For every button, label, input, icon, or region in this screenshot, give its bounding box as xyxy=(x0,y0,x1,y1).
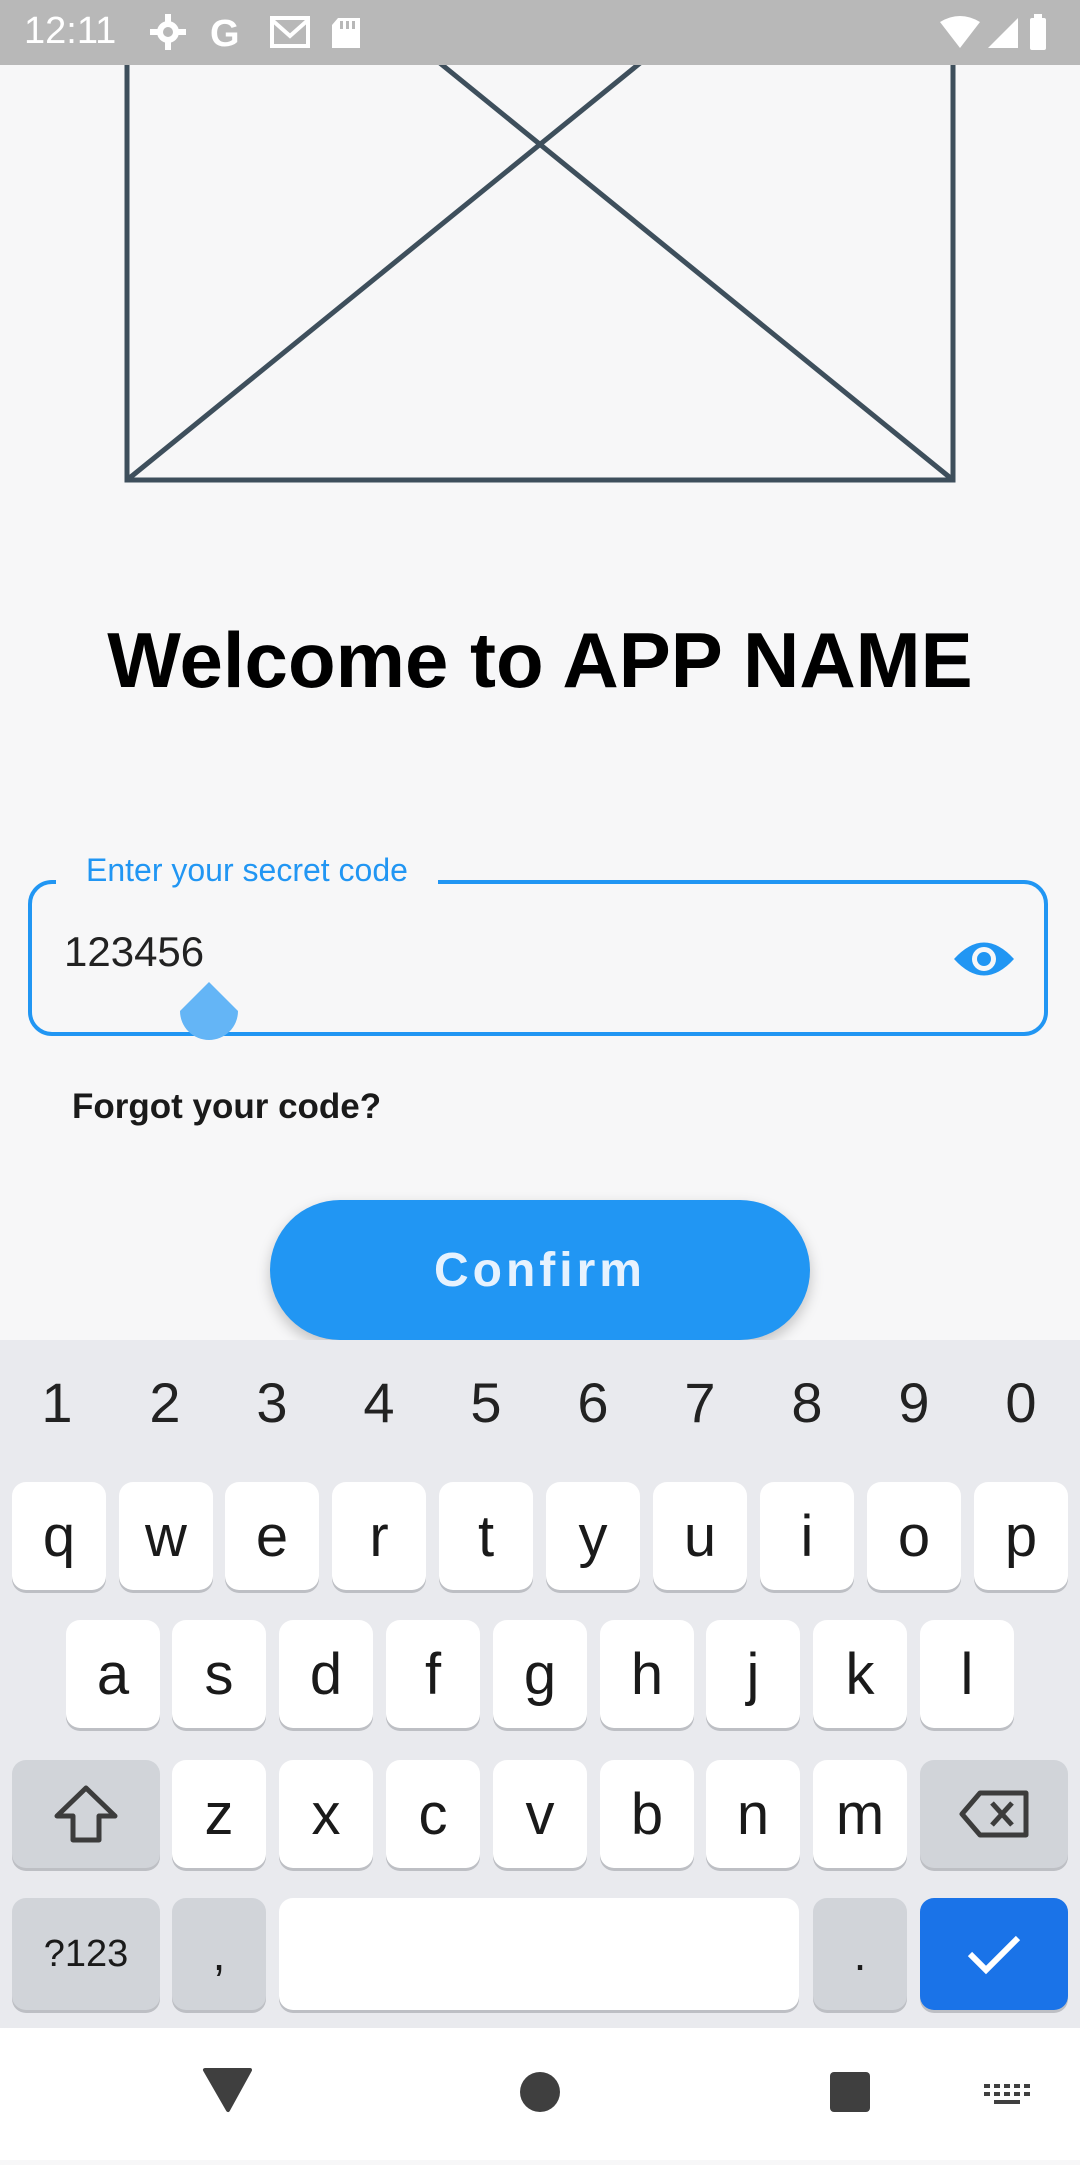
key-3[interactable]: 3 xyxy=(218,1370,326,1435)
comma-key[interactable]: , xyxy=(172,1898,266,2010)
status-bar: 12:11 G xyxy=(0,0,1080,65)
key-i[interactable]: i xyxy=(760,1482,854,1590)
space-key[interactable] xyxy=(279,1898,799,2010)
key-q[interactable]: q xyxy=(12,1482,106,1590)
period-key[interactable]: . xyxy=(813,1898,907,2010)
key-n[interactable]: n xyxy=(706,1760,800,1868)
key-t[interactable]: t xyxy=(439,1482,533,1590)
status-time: 12:11 xyxy=(24,10,117,52)
key-g[interactable]: g xyxy=(493,1620,587,1728)
backspace-icon xyxy=(959,1790,1029,1838)
back-icon[interactable] xyxy=(203,2068,252,2112)
placeholder-image xyxy=(124,0,956,483)
text-cursor-handle[interactable] xyxy=(178,982,240,1054)
backspace-key[interactable] xyxy=(920,1760,1068,1868)
key-z[interactable]: z xyxy=(172,1760,266,1868)
field-label: Enter your secret code xyxy=(56,852,438,889)
key-l[interactable]: l xyxy=(920,1620,1014,1728)
code-input[interactable]: 123456 xyxy=(64,928,204,976)
forgot-code-link[interactable]: Forgot your code? xyxy=(72,1087,381,1127)
signal-icon xyxy=(988,18,1018,48)
system-icons xyxy=(938,14,1058,57)
key-u[interactable]: u xyxy=(653,1482,747,1590)
key-v[interactable]: v xyxy=(493,1760,587,1868)
battery-icon xyxy=(1030,14,1046,50)
key-f[interactable]: f xyxy=(386,1620,480,1728)
shift-icon xyxy=(54,1785,118,1843)
eye-icon[interactable] xyxy=(952,934,1016,984)
key-8[interactable]: 8 xyxy=(753,1370,861,1435)
page-title: Welcome to APP NAME xyxy=(107,616,973,704)
key-k[interactable]: k xyxy=(813,1620,907,1728)
confirm-button[interactable]: Confirm xyxy=(270,1200,810,1340)
recents-icon[interactable] xyxy=(830,2072,870,2112)
enter-key[interactable] xyxy=(920,1898,1068,2010)
settings-icon xyxy=(150,14,186,50)
keyboard-switch-icon[interactable] xyxy=(984,2084,1030,2104)
key-j[interactable]: j xyxy=(706,1620,800,1728)
key-1[interactable]: 1 xyxy=(3,1370,111,1435)
shift-key[interactable] xyxy=(12,1760,160,1868)
key-s[interactable]: s xyxy=(172,1620,266,1728)
navigation-bar xyxy=(0,2028,1080,2160)
key-4[interactable]: 4 xyxy=(325,1370,433,1435)
key-0[interactable]: 0 xyxy=(967,1370,1075,1435)
key-h[interactable]: h xyxy=(600,1620,694,1728)
google-icon: G xyxy=(210,13,240,55)
key-e[interactable]: e xyxy=(225,1482,319,1590)
key-r[interactable]: r xyxy=(332,1482,426,1590)
key-w[interactable]: w xyxy=(119,1482,213,1590)
home-icon[interactable] xyxy=(520,2072,560,2112)
key-m[interactable]: m xyxy=(813,1760,907,1868)
key-6[interactable]: 6 xyxy=(539,1370,647,1435)
key-c[interactable]: c xyxy=(386,1760,480,1868)
wifi-icon xyxy=(940,16,980,48)
soft-keyboard: 1 2 3 4 5 6 7 8 9 0 q w e r t y u i o p … xyxy=(0,1340,1080,2028)
key-a[interactable]: a xyxy=(66,1620,160,1728)
key-5[interactable]: 5 xyxy=(432,1370,540,1435)
key-y[interactable]: y xyxy=(546,1482,640,1590)
key-x[interactable]: x xyxy=(279,1760,373,1868)
checkmark-icon xyxy=(967,1935,1021,1975)
sd-card-icon xyxy=(332,18,360,48)
notification-icons: G xyxy=(150,12,470,57)
key-o[interactable]: o xyxy=(867,1482,961,1590)
key-d[interactable]: d xyxy=(279,1620,373,1728)
key-2[interactable]: 2 xyxy=(111,1370,219,1435)
key-7[interactable]: 7 xyxy=(646,1370,754,1435)
symbols-key[interactable]: ?123 xyxy=(12,1898,160,2010)
number-row: 1 2 3 4 5 6 7 8 9 0 xyxy=(0,1370,1080,1450)
key-p[interactable]: p xyxy=(974,1482,1068,1590)
svg-text:G: G xyxy=(210,13,240,52)
key-9[interactable]: 9 xyxy=(860,1370,968,1435)
gmail-icon xyxy=(270,16,310,48)
key-b[interactable]: b xyxy=(600,1760,694,1868)
